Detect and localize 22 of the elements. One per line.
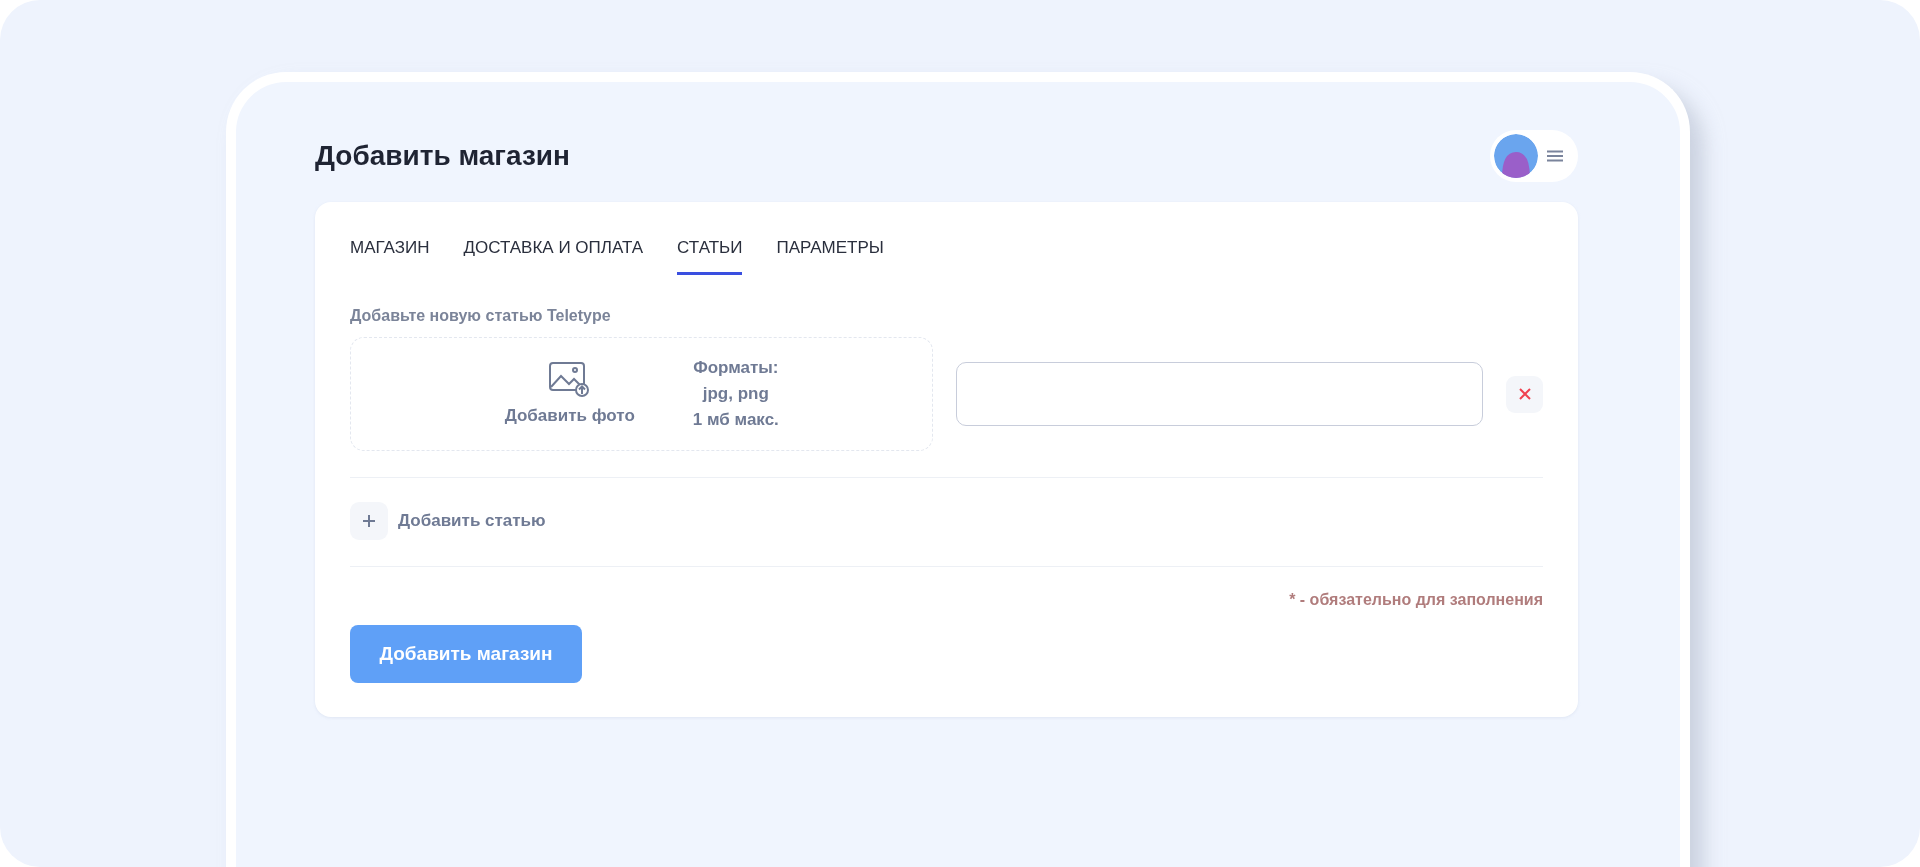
upload-label: Добавить фото	[504, 406, 635, 426]
close-button[interactable]	[1506, 375, 1543, 413]
input-field[interactable]	[956, 362, 1483, 426]
format-info: 1 мб макс.	[692, 409, 779, 431]
tab[interactable]: МАГАЗИН	[350, 238, 430, 275]
tab[interactable]: СТАТЬИ	[677, 238, 743, 275]
close-icon	[1518, 388, 1531, 400]
section-label: Добавьте новую статью Teletype	[350, 307, 612, 325]
photo-upload-area[interactable]: Добавить фото Форматы: jpg, png 1 мб макс.	[350, 337, 934, 451]
format-info: Форматы:	[693, 357, 779, 379]
tab[interactable]: ПАРАМЕТРЫ	[776, 238, 884, 275]
image-upload-icon	[548, 362, 591, 398]
add-article-link[interactable]: Добавить статью	[398, 511, 546, 531]
menu-icon	[1546, 150, 1564, 162]
add-button[interactable]	[350, 502, 388, 540]
required-note: * - обязательно для заполнения	[1288, 591, 1543, 609]
avatar-icon	[1494, 134, 1538, 178]
user-menu-button[interactable]	[1490, 130, 1578, 182]
page-title: Добавить магазин	[315, 140, 570, 172]
format-info: jpg, png	[702, 383, 769, 405]
tab[interactable]: ДОСТАВКА И ОПЛАТА	[463, 238, 644, 275]
plus-icon	[362, 514, 376, 528]
